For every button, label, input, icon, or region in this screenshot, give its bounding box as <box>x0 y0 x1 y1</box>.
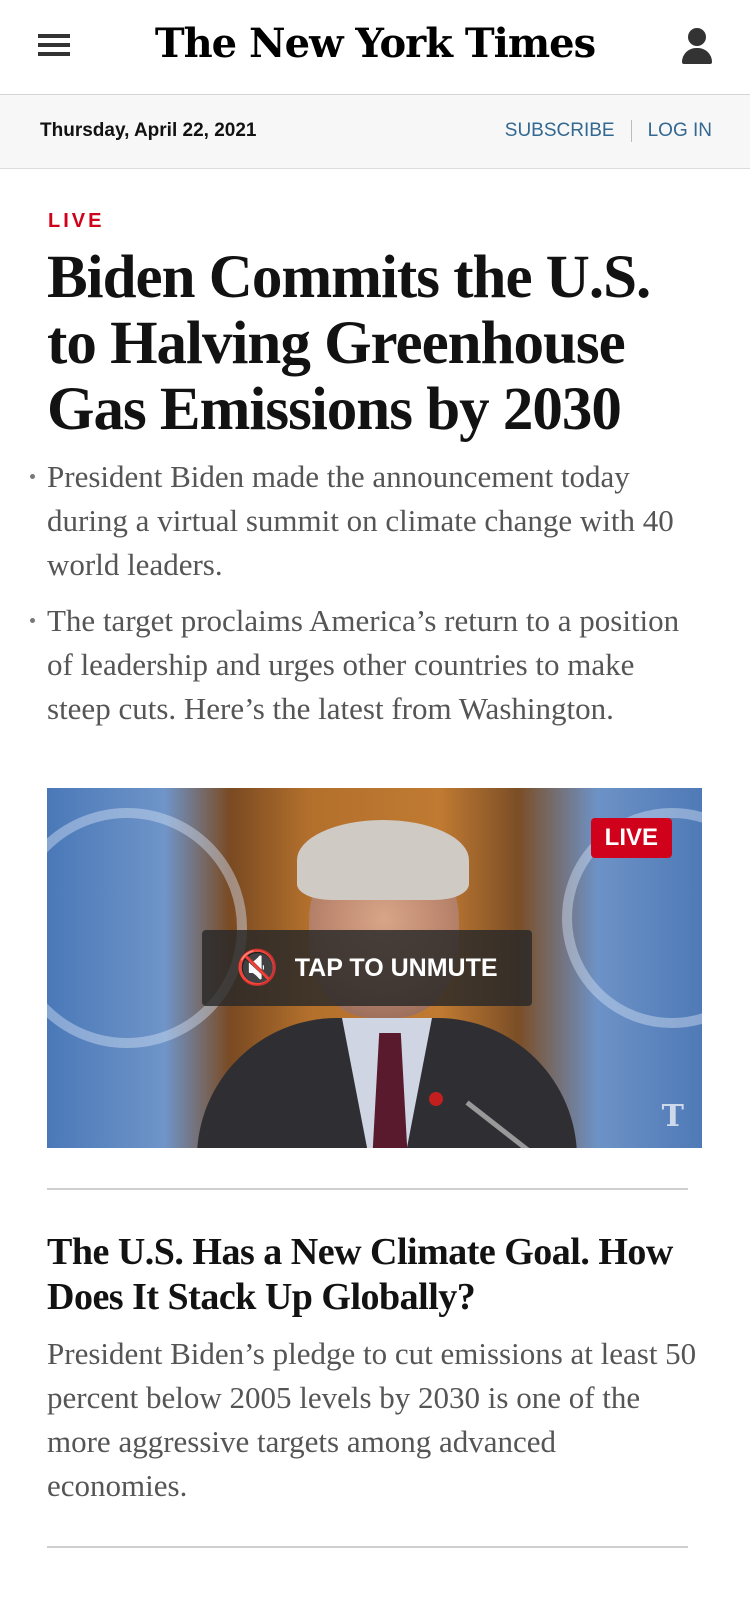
summary-text: President Biden made the announcement to… <box>47 459 674 582</box>
story-headline[interactable]: The U.S. Has a New Climate Goal. How Doe… <box>47 1230 697 1320</box>
microphone <box>429 1092 443 1106</box>
section-divider <box>47 1188 688 1190</box>
section-divider <box>47 1546 688 1548</box>
nyt-logo[interactable]: The New York Times <box>0 20 750 67</box>
story-summary: President Biden’s pledge to cut emission… <box>47 1336 697 1503</box>
lead-summary-list: President Biden made the announcement to… <box>30 455 687 743</box>
summary-bullet: President Biden made the announcement to… <box>30 455 687 587</box>
account-links: SUBSCRIBE LOG IN <box>505 120 712 142</box>
unmute-button[interactable]: 🔇 TAP TO UNMUTE <box>202 930 532 1006</box>
muted-speaker-icon: 🔇 <box>236 949 279 987</box>
un-flag-left <box>47 808 247 1048</box>
nyt-watermark-icon: T <box>661 1099 684 1134</box>
subscribe-link[interactable]: SUBSCRIBE <box>505 120 615 142</box>
login-link[interactable]: LOG IN <box>648 120 712 142</box>
bullet-dot <box>30 474 35 479</box>
current-date: Thursday, April 22, 2021 <box>40 120 257 141</box>
story-card[interactable]: The U.S. Has a New Climate Goal. How Doe… <box>47 1230 697 1508</box>
summary-bullet: The target proclaims America’s return to… <box>30 599 687 731</box>
summary-text: The target proclaims America’s return to… <box>47 603 680 726</box>
top-bar: The New York Times <box>0 0 750 95</box>
live-badge: LIVE <box>590 818 672 858</box>
speaker-hair <box>297 820 469 900</box>
live-video-player[interactable]: LIVE 🔇 TAP TO UNMUTE T <box>47 788 702 1148</box>
link-divider <box>630 120 632 142</box>
lead-headline[interactable]: Biden Commits the U.S. to Halving Greenh… <box>47 245 707 443</box>
account-icon[interactable] <box>680 28 714 66</box>
unmute-label: TAP TO UNMUTE <box>294 953 498 982</box>
live-kicker: LIVE <box>48 210 105 232</box>
bullet-dot <box>30 618 35 623</box>
date-bar: Thursday, April 22, 2021 SUBSCRIBE LOG I… <box>0 95 750 169</box>
